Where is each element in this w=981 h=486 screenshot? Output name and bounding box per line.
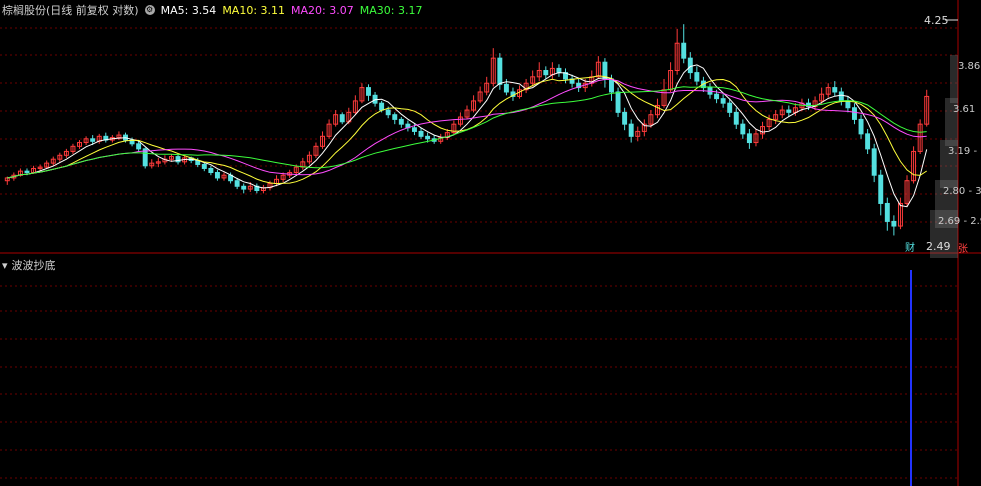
ma5-line xyxy=(7,64,928,208)
candle-body xyxy=(832,87,838,93)
candle-body xyxy=(786,109,792,113)
candle-body xyxy=(628,123,634,137)
candle-body xyxy=(871,148,877,176)
event-marker: 张 xyxy=(958,243,968,255)
candle-body xyxy=(339,114,345,123)
candle-body xyxy=(733,111,739,125)
price-range-label: 3.19 - 3.3 xyxy=(948,146,981,157)
ma10-value: 3.11 xyxy=(260,3,286,17)
candle-body xyxy=(622,111,628,125)
price-range-label: 3.86 xyxy=(958,61,980,72)
ma30-value: 3.17 xyxy=(397,3,423,17)
price-range-box xyxy=(950,55,958,103)
candle-body xyxy=(838,91,844,102)
candle-body xyxy=(740,123,746,135)
event-marker: 财 xyxy=(905,241,915,254)
candle-body xyxy=(891,220,897,227)
candle-body xyxy=(208,167,214,174)
candle-body xyxy=(214,172,220,179)
candle-body xyxy=(366,87,371,96)
candle-body xyxy=(884,202,890,222)
candle-body xyxy=(201,163,207,169)
sub-panel-title: 波波抄底 xyxy=(11,259,56,272)
candle-body xyxy=(392,114,398,120)
sub-panel-header: ▾ 波波抄底 xyxy=(2,257,56,273)
chevron-down-icon[interactable]: ▾ xyxy=(2,259,8,272)
candle-body xyxy=(865,133,871,150)
high-price-label: 4.25 xyxy=(924,14,949,27)
ma20-label: MA20: 3.07 xyxy=(291,4,354,17)
ma10-label-text: MA10: xyxy=(222,3,258,17)
candle-body xyxy=(727,102,733,113)
settings-icon[interactable]: ⚙ xyxy=(144,5,155,15)
candle-body xyxy=(687,57,693,74)
candle-body xyxy=(852,107,857,120)
candle-body xyxy=(497,57,503,85)
candle-body xyxy=(694,72,700,82)
ma30-label: MA30: 3.17 xyxy=(360,4,423,17)
candle-body xyxy=(845,100,851,109)
candle-body xyxy=(720,98,726,104)
chart-header: 棕榈股份(日线 前复权 对数) ⚙ MA5: 3.54 MA10: 3.11 M… xyxy=(2,2,422,18)
candle-body xyxy=(379,102,385,111)
candle-body xyxy=(746,133,752,144)
price-range-label: 2.80 - 3.1 xyxy=(943,186,981,197)
ma10-label: MA10: 3.11 xyxy=(222,4,285,17)
ma5-label: MA5: 3.54 xyxy=(161,4,217,17)
candle-body xyxy=(398,118,404,125)
candle-body xyxy=(425,135,431,140)
ma20-value: 3.07 xyxy=(329,3,354,17)
price-range-label: 2.69 - 2.90 xyxy=(938,216,981,227)
ma20-label-text: MA20: xyxy=(291,3,326,17)
candle-body xyxy=(615,91,621,113)
candle-body xyxy=(90,138,96,142)
price-range-label: 3.61 xyxy=(953,104,975,115)
candle-body xyxy=(385,109,391,116)
candle-body xyxy=(609,78,614,93)
ma30-label-text: MA30: xyxy=(359,3,395,17)
candle-body xyxy=(136,143,142,150)
candle-body xyxy=(681,42,687,59)
candle-body xyxy=(503,83,509,93)
candle-body xyxy=(543,69,549,76)
candle-body xyxy=(24,170,30,174)
price-chart[interactable]: 3.86 3.61 3.19 - 3.3 2.80 - 3.1 2.69 - 2.90 4… xyxy=(0,0,981,486)
candle-body xyxy=(878,174,884,204)
candle-body xyxy=(241,185,247,190)
chart-title: 棕榈股份(日线 前复权 对数) xyxy=(2,4,139,17)
candle-body xyxy=(714,93,720,100)
candle-body xyxy=(556,67,562,74)
candle-body xyxy=(418,130,424,137)
low-price-label: 2.49 xyxy=(926,240,951,253)
candle-body xyxy=(234,180,240,187)
ma5-value: 3.54 xyxy=(191,3,217,17)
candle-body xyxy=(411,127,417,132)
signal-bar xyxy=(910,270,912,486)
candle-body xyxy=(858,118,864,135)
ma5-label-text: MA5: xyxy=(160,3,189,17)
